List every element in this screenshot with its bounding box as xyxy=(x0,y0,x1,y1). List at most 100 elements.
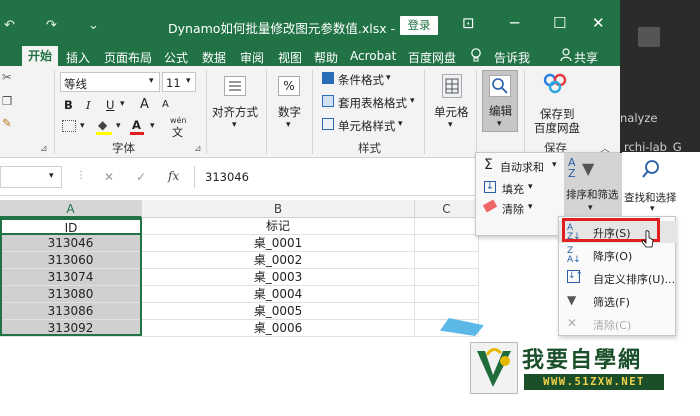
share-person-icon[interactable] xyxy=(560,48,572,65)
menu-item-custom-sort[interactable]: ↓↑ 自定义排序(U)... xyxy=(559,267,677,289)
minimize-icon[interactable]: ─ xyxy=(510,14,519,32)
font-name-select[interactable]: 等线 ▾ xyxy=(60,72,160,92)
save-to-cloud-line2[interactable]: 百度网盘 xyxy=(534,120,580,136)
borders-icon[interactable] xyxy=(62,120,76,132)
formula-input[interactable]: 313046 xyxy=(194,166,475,188)
menu-item-descending[interactable]: Z A↓ 降序(O) xyxy=(559,244,677,266)
chevron-down-icon[interactable]: ▾ xyxy=(398,119,403,129)
table-row-id[interactable]: 313046 xyxy=(0,235,142,252)
baidu-cloud-icon[interactable] xyxy=(542,72,568,97)
maximize-icon[interactable]: ☐ xyxy=(553,14,566,32)
confirm-edit-icon[interactable]: ✓ xyxy=(136,170,146,184)
table-row-mark[interactable]: 桌_0002 xyxy=(142,252,415,269)
login-button[interactable]: 登录 xyxy=(400,16,438,35)
tell-me-input[interactable]: 告诉我 xyxy=(494,49,530,66)
clear-button[interactable]: 清除 xyxy=(502,201,524,217)
dialog-launcher-icon[interactable]: ⊿ xyxy=(40,144,48,154)
table-row-mark[interactable]: 桌_0004 xyxy=(142,286,415,303)
tab-page-layout[interactable]: 页面布局 xyxy=(104,49,152,66)
tab-baidu-netdisk[interactable]: 百度网盘 xyxy=(408,49,456,66)
underline-button[interactable]: U xyxy=(106,98,114,112)
column-header-a[interactable]: A xyxy=(0,200,142,218)
table-row-id[interactable]: 313074 xyxy=(0,269,142,286)
alignment-button[interactable]: 对齐方式 xyxy=(212,104,258,120)
cell-c1[interactable] xyxy=(415,218,479,235)
chevron-down-icon[interactable]: ▾ xyxy=(80,121,85,131)
close-icon[interactable]: ✕ xyxy=(592,14,605,32)
cancel-edit-icon[interactable]: ✕ xyxy=(104,170,114,184)
table-row-mark[interactable]: 桌_0005 xyxy=(142,303,415,320)
redo-icon[interactable]: ↷ xyxy=(46,18,57,33)
shrink-font-button[interactable]: A xyxy=(162,99,169,110)
tab-home[interactable]: 开始 xyxy=(22,46,58,66)
table-row-empty[interactable] xyxy=(415,286,479,303)
fill-button[interactable]: 填充 xyxy=(502,181,524,197)
tab-insert[interactable]: 插入 xyxy=(66,49,90,66)
cell-styles-button[interactable]: 单元格样式 xyxy=(338,118,396,134)
table-row-empty[interactable] xyxy=(415,303,479,320)
column-header-b[interactable]: B xyxy=(142,200,415,218)
find-select-button[interactable]: 查找和选择 ▾ xyxy=(622,152,700,218)
table-row-id[interactable]: 313080 xyxy=(0,286,142,303)
eraser-icon[interactable] xyxy=(482,199,498,213)
dialog-launcher-icon[interactable]: ⊿ xyxy=(194,144,202,154)
cut-icon[interactable]: ✂ xyxy=(2,70,12,84)
customize-quick-access-icon[interactable]: ⌄ xyxy=(88,18,99,33)
column-header-c[interactable]: C xyxy=(415,200,479,218)
italic-button[interactable]: I xyxy=(86,98,91,112)
format-painter-icon[interactable]: ✎ xyxy=(2,116,12,130)
sort-filter-button[interactable]: AZ ▼ 排序和筛选 ▾ xyxy=(564,153,622,217)
tab-help[interactable]: 帮助 xyxy=(314,49,338,66)
table-row-empty[interactable] xyxy=(415,269,479,286)
bold-button[interactable]: B xyxy=(64,98,73,112)
autosum-icon[interactable]: Σ xyxy=(484,157,493,173)
number-format-button[interactable]: 数字 xyxy=(278,104,301,120)
ribbon-display-options-icon[interactable]: ⊡ xyxy=(462,14,475,32)
cells-button[interactable]: 单元格 xyxy=(434,104,469,120)
name-box[interactable]: ▾ xyxy=(0,166,62,188)
table-row-mark[interactable]: 桌_0003 xyxy=(142,269,415,286)
editing-button[interactable]: 编辑 ▾ xyxy=(482,70,518,132)
tab-formulas[interactable]: 公式 xyxy=(164,49,188,66)
format-as-table-button[interactable]: 套用表格格式 xyxy=(338,95,407,111)
table-row-empty[interactable] xyxy=(415,235,479,252)
chevron-down-icon[interactable]: ▾ xyxy=(120,99,125,109)
table-row-id[interactable]: 313060 xyxy=(0,252,142,269)
undo-icon[interactable]: ↶ xyxy=(4,18,15,33)
chevron-down-icon[interactable]: ▾ xyxy=(552,160,557,170)
font-color-icon[interactable]: A xyxy=(132,118,141,132)
grow-font-button[interactable]: A xyxy=(140,97,149,112)
font-size-select[interactable]: 11 ▾ xyxy=(162,72,196,92)
chevron-down-icon[interactable]: ▾ xyxy=(386,73,391,83)
divider xyxy=(524,70,525,154)
alignment-icon[interactable] xyxy=(224,76,246,96)
table-row-id[interactable]: 313086 xyxy=(0,303,142,320)
share-button[interactable]: 共享 xyxy=(574,49,598,66)
tab-review[interactable]: 审阅 xyxy=(240,49,264,66)
table-row-mark[interactable]: 桌_0001 xyxy=(142,235,415,252)
conditional-format-button[interactable]: 条件格式 xyxy=(338,72,384,88)
fill-color-icon[interactable]: ◆ xyxy=(98,118,107,132)
cells-icon[interactable] xyxy=(442,74,462,98)
table-row-id[interactable]: 313092 xyxy=(0,320,142,337)
tab-view[interactable]: 视图 xyxy=(278,49,302,66)
menu-item-filter[interactable]: ▼ 筛选(F) xyxy=(559,290,677,312)
cell-a1[interactable]: ID xyxy=(0,218,142,235)
menu-item-clear[interactable]: ✕ 清除(C) xyxy=(559,313,677,335)
autosum-button[interactable]: 自动求和 xyxy=(500,159,544,175)
table-row-mark[interactable]: 桌_0006 xyxy=(142,320,415,337)
percent-icon[interactable]: % xyxy=(278,76,300,96)
copy-icon[interactable]: ❐ xyxy=(2,94,12,108)
cell-b1[interactable]: 标记 xyxy=(142,218,415,235)
chevron-down-icon[interactable]: ▾ xyxy=(116,121,121,131)
table-row-empty[interactable] xyxy=(415,252,479,269)
chevron-down-icon: ▾ xyxy=(149,76,154,86)
tab-data[interactable]: 数据 xyxy=(202,49,226,66)
chevron-down-icon[interactable]: ▾ xyxy=(528,182,533,192)
chevron-down-icon[interactable]: ▾ xyxy=(410,96,415,106)
tab-acrobat[interactable]: Acrobat xyxy=(350,49,396,63)
chevron-down-icon[interactable]: ▾ xyxy=(150,121,155,131)
chevron-down-icon[interactable]: ▾ xyxy=(528,202,533,212)
fill-down-icon[interactable]: ↓ xyxy=(484,181,496,193)
insert-function-icon[interactable]: fx xyxy=(168,169,179,183)
